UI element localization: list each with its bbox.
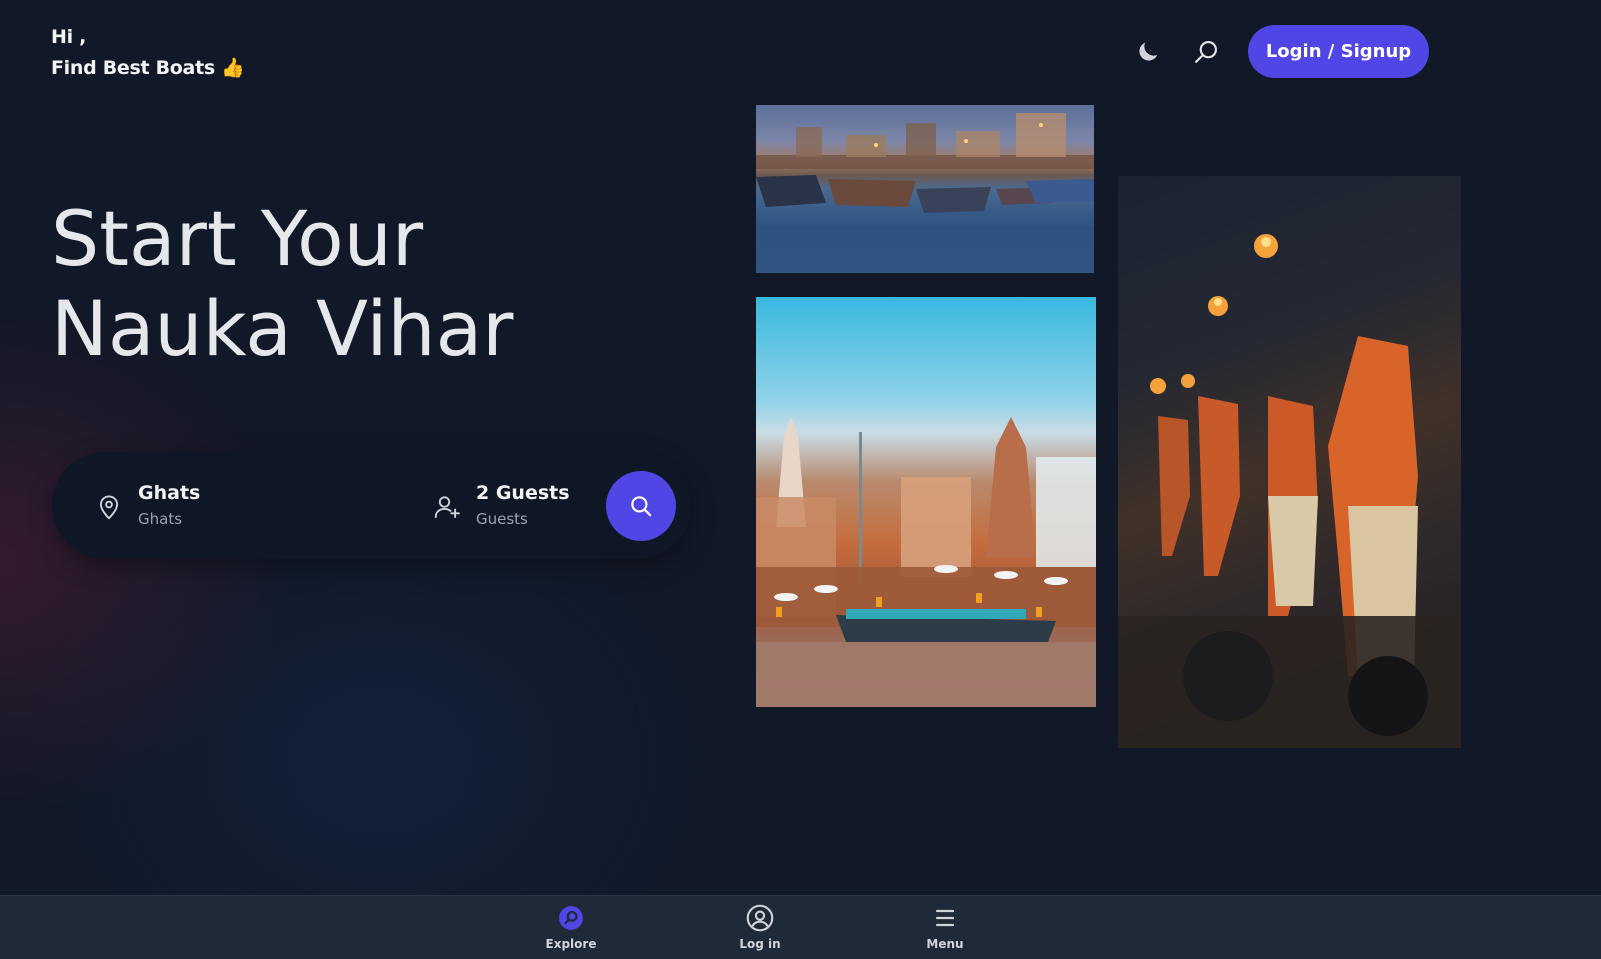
location-field[interactable]: Ghats Ghats: [94, 480, 200, 532]
guests-label: Guests: [476, 510, 528, 528]
login-signup-button[interactable]: Login / Signup: [1248, 25, 1429, 78]
location-value: Ghats: [138, 482, 201, 504]
header-actions: Login / Signup: [1128, 25, 1429, 78]
greeting: Hi , Find Best Boats 👍: [51, 22, 245, 84]
map-pin-icon: [99, 495, 119, 520]
nav-label-explore: Explore: [545, 937, 597, 951]
search-icon: [1195, 40, 1217, 63]
greeting-line-2: Find Best Boats 👍: [51, 53, 245, 84]
search-icon: [631, 496, 652, 517]
greeting-text: Find Best Boats: [51, 57, 215, 79]
menu-icon: [935, 909, 955, 927]
moon-icon: [1139, 42, 1158, 61]
greeting-line-1: Hi ,: [51, 26, 87, 48]
nav-item-explore[interactable]: Explore: [526, 904, 616, 951]
add-user-icon: [434, 496, 460, 518]
title-line-2: Nauka Vihar: [51, 284, 514, 373]
nav-label-log-in: Log in: [739, 937, 781, 951]
nav-item-menu[interactable]: Menu: [900, 904, 990, 951]
nav-item-log-in[interactable]: Log in: [715, 904, 805, 951]
boats-at-ghat-image: [756, 105, 1094, 273]
ganga-aarti-image: [1118, 176, 1461, 748]
varanasi-ghat-image: [756, 297, 1096, 707]
thumbs-up-icon: 👍: [221, 57, 245, 79]
page-title: Start Your Nauka Vihar: [51, 194, 513, 374]
guests-field[interactable]: 2 Guests Guests: [432, 480, 570, 532]
header-search-button[interactable]: [1186, 32, 1226, 72]
title-line-1: Start Your: [51, 194, 424, 283]
nav-label-menu: Menu: [926, 937, 964, 951]
search-submit-button[interactable]: [606, 471, 676, 541]
explore-icon: [559, 906, 583, 930]
guests-value: 2 Guests: [476, 482, 570, 504]
search-bar: Ghats Ghats 2 Guests Guests: [52, 452, 691, 559]
bottom-nav: Explore Log in Menu: [0, 895, 1601, 959]
location-label: Ghats: [138, 510, 183, 528]
theme-toggle-button[interactable]: [1128, 32, 1168, 72]
user-circle-icon: [746, 904, 774, 932]
